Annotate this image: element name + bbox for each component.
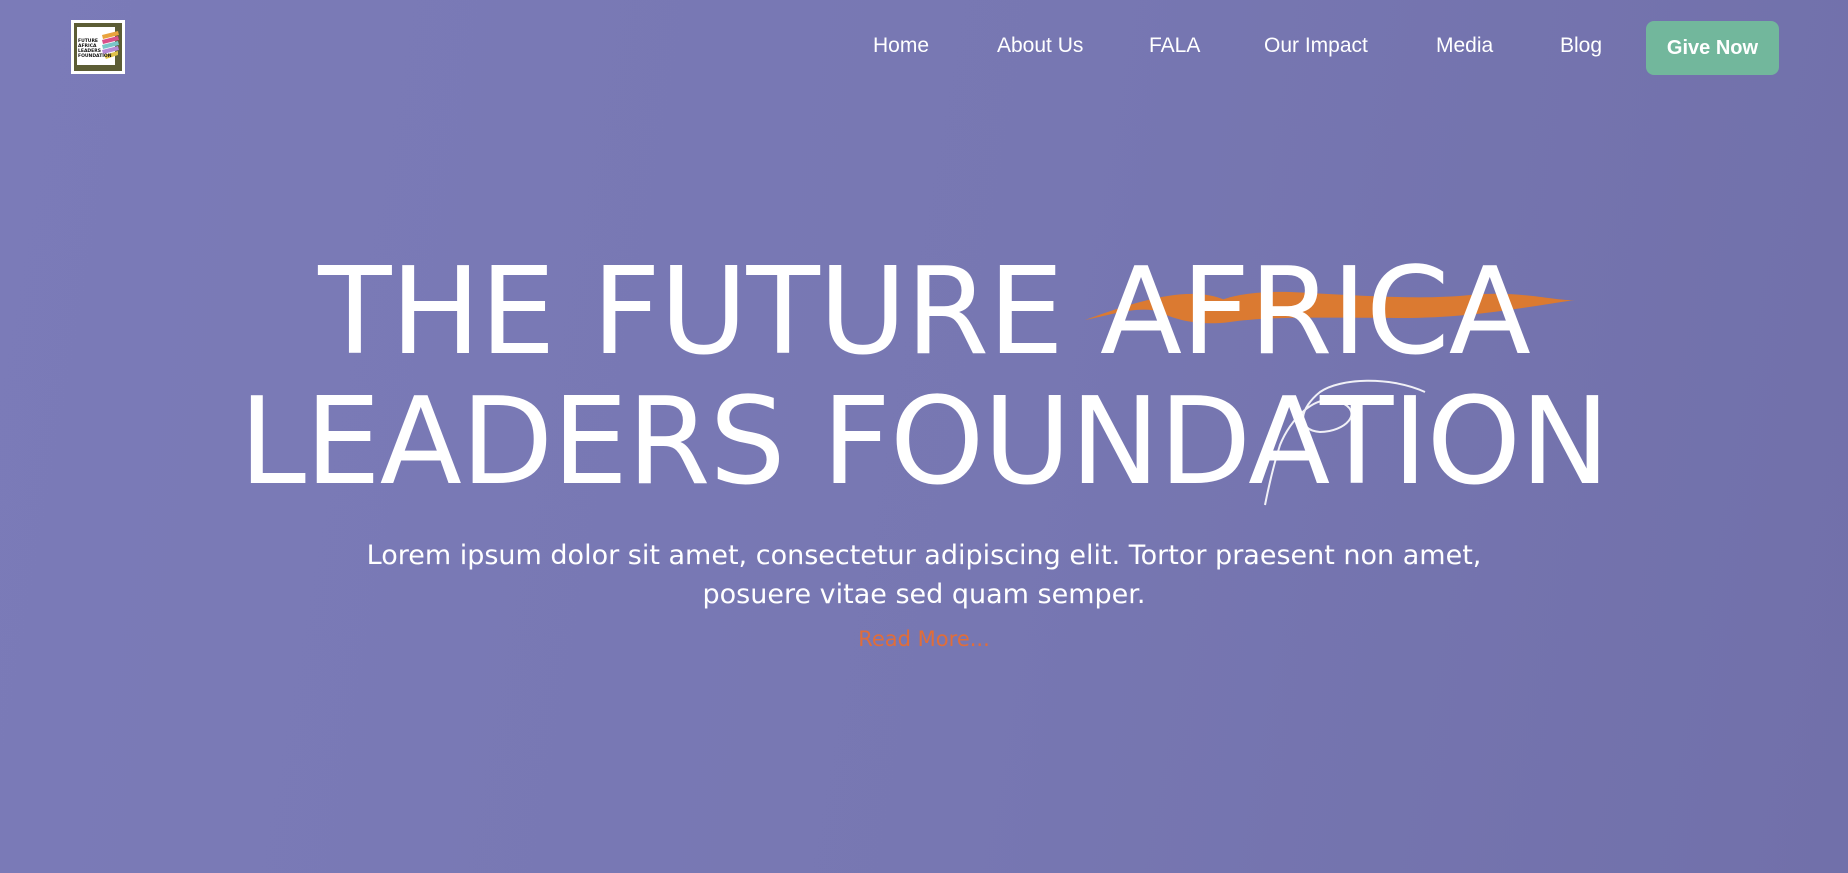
- hero-title-line-1: THE FUTURE AFRICA: [318, 243, 1531, 382]
- read-more-container: Read More...: [0, 627, 1848, 651]
- nav-blog[interactable]: Blog: [1560, 34, 1602, 58]
- nav-about-us[interactable]: About Us: [997, 34, 1083, 58]
- give-now-button[interactable]: Give Now: [1646, 21, 1779, 75]
- nav-our-impact[interactable]: Our Impact: [1264, 34, 1368, 58]
- hero-subtitle: Lorem ipsum dolor sit amet, consectetur …: [366, 540, 1482, 610]
- site-header: FUTURE AFRICA LEADERS FOUNDATION Home Ab…: [0, 0, 1848, 95]
- nav-home[interactable]: Home: [873, 34, 929, 58]
- page: FUTURE AFRICA LEADERS FOUNDATION Home Ab…: [0, 0, 1848, 873]
- hero-title-line-2: LEADERS FOUNDATION: [239, 373, 1610, 512]
- hero-title: THE FUTURE AFRICA LEADERS FOUNDATION: [0, 248, 1848, 508]
- nav-media[interactable]: Media: [1436, 34, 1493, 58]
- logo-emblem-icon: FUTURE AFRICA LEADERS FOUNDATION: [74, 23, 122, 71]
- read-more-link[interactable]: Read More...: [858, 627, 990, 651]
- site-logo[interactable]: FUTURE AFRICA LEADERS FOUNDATION: [71, 20, 125, 74]
- nav-fala[interactable]: FALA: [1149, 34, 1200, 58]
- logo-text: FUTURE AFRICA LEADERS FOUNDATION: [78, 39, 112, 59]
